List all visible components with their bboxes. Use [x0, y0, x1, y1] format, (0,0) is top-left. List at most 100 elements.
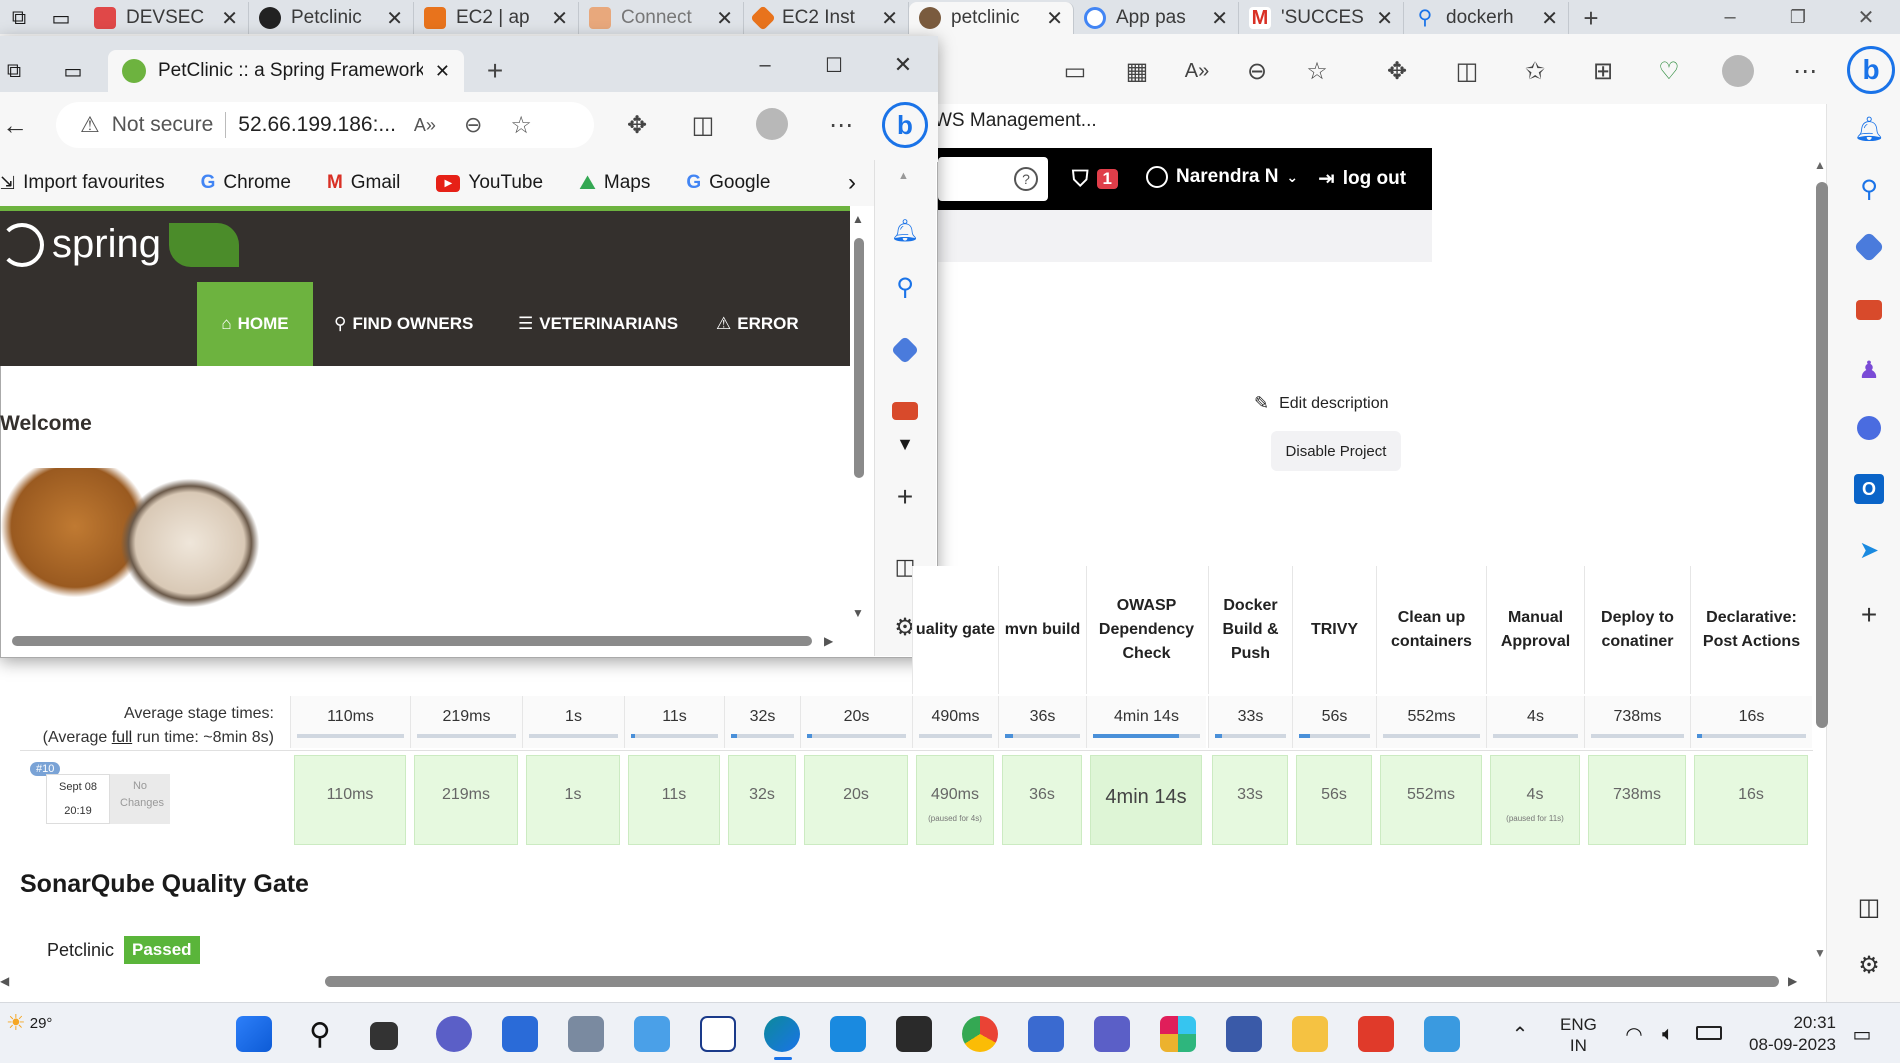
profile-icon[interactable] [756, 108, 788, 140]
warning-icon[interactable]: ⚠ [80, 112, 100, 138]
nav-error[interactable]: ⚠ ERROR [716, 282, 799, 366]
popup-sidebar-scroll-up-icon[interactable]: ▲ [898, 170, 909, 182]
stage-result-cell[interactable]: 738ms [1588, 755, 1686, 845]
nav-find-owners[interactable]: ⚲ FIND OWNERS [334, 282, 473, 366]
workspaces-icon[interactable]: ⧉ [0, 56, 28, 86]
file-explorer-icon[interactable] [1292, 1016, 1328, 1052]
user-menu[interactable]: Narendra N ⌄ [1146, 166, 1298, 188]
popup-v-scrollbar[interactable] [854, 238, 864, 478]
restore-icon[interactable]: ❐ [1778, 2, 1818, 32]
h-scroll-right-icon[interactable]: ▶ [1788, 974, 1797, 988]
new-tab-icon[interactable]: + [480, 55, 510, 86]
microsoft365-icon[interactable] [1857, 416, 1881, 440]
notification-icon[interactable]: ▭ [1848, 1020, 1876, 1048]
sonar-project[interactable]: Petclinic [47, 940, 114, 961]
workspaces-icon[interactable]: ⧉ [0, 2, 38, 34]
tab-dockerhub[interactable]: ⚲ dockerh ✕ [1404, 2, 1569, 34]
battery-icon[interactable] [1696, 1026, 1722, 1040]
help-icon[interactable]: ? [1014, 167, 1038, 191]
tab-devsec[interactable]: DEVSEC ✕ [84, 2, 249, 34]
disable-project-button[interactable]: Disable Project [1271, 431, 1401, 471]
tab-actions-icon[interactable]: ▭ [58, 56, 88, 86]
chrome-icon[interactable] [962, 1016, 998, 1052]
network-app-icon[interactable] [1226, 1016, 1262, 1052]
app-icon[interactable]: ▭ [1060, 56, 1090, 86]
new-tab-icon[interactable]: + [1569, 2, 1613, 34]
bing-copilot-icon[interactable]: b [882, 102, 928, 148]
minimize-icon[interactable]: – [1710, 2, 1750, 32]
teams-icon[interactable] [1094, 1016, 1130, 1052]
stage-result-cell[interactable]: 4min 14s [1090, 755, 1202, 845]
popup-scroll-down-icon[interactable]: ▼ [852, 606, 864, 620]
tab-petclinic-jenkins[interactable]: petclinic ✕ [909, 2, 1074, 34]
aws-management-tab[interactable]: WS Management... [934, 110, 1097, 132]
close-icon[interactable]: ✕ [386, 6, 403, 31]
search-icon[interactable]: ⚲ [1854, 174, 1884, 204]
snipping-icon[interactable] [896, 1016, 932, 1052]
maximize-icon[interactable]: ☐ [817, 50, 851, 80]
tab-connect[interactable]: Connect ✕ [579, 2, 744, 34]
favorite-icon[interactable]: ☆ [1302, 56, 1332, 86]
chat-icon[interactable] [436, 1016, 472, 1052]
fav-chrome[interactable]: G Chrome [183, 172, 309, 194]
popup-h-scrollbar[interactable] [12, 636, 812, 646]
close-icon[interactable]: ✕ [221, 6, 238, 31]
caret-down-icon[interactable]: ▼ [892, 432, 918, 456]
volume-icon[interactable]: 🔈︎ [1654, 1020, 1682, 1048]
close-window-icon[interactable]: ✕ [1846, 2, 1886, 32]
apps-icon[interactable]: ▦ [1122, 56, 1152, 86]
wifi-icon[interactable]: ◠ [1620, 1020, 1648, 1048]
stage-result-cell[interactable]: 552ms [1380, 755, 1482, 845]
stage-result-cell[interactable]: 490ms (paused for 4s) [916, 755, 994, 845]
language-indicator[interactable]: ENG IN [1560, 1014, 1597, 1056]
minimize-icon[interactable]: – [748, 50, 782, 80]
bell-icon[interactable]: 🔔︎ [1854, 114, 1884, 144]
popup-tab-petclinic[interactable]: PetClinic :: a Spring Framework d ✕ [108, 50, 464, 92]
read-aloud-icon[interactable]: A» [414, 115, 436, 136]
fav-google[interactable]: G Google [668, 172, 788, 194]
settings-icon[interactable]: ⚙ [1854, 950, 1884, 980]
stage-result-cell[interactable]: 36s [1002, 755, 1082, 845]
store-icon[interactable] [502, 1016, 538, 1052]
wps-office-icon[interactable] [1358, 1016, 1394, 1052]
h-scroll-left-icon[interactable]: ◀ [0, 974, 9, 988]
edit-description-link[interactable]: ✎ Edit description [1254, 393, 1388, 414]
stage-result-cell[interactable]: 56s [1296, 755, 1372, 845]
close-icon[interactable]: ✕ [1541, 6, 1558, 31]
close-icon[interactable]: ✕ [1376, 6, 1393, 31]
sidebar-toggle-icon[interactable]: ◫ [1854, 892, 1884, 922]
stage-result-cell[interactable]: 32s [728, 755, 796, 845]
close-icon[interactable]: ✕ [1211, 6, 1228, 31]
tab-app-password[interactable]: App pas ✕ [1074, 2, 1239, 34]
stage-result-cell[interactable]: 110ms [294, 755, 406, 845]
extensions-icon[interactable]: ✥ [1382, 56, 1412, 86]
close-icon[interactable]: ✕ [435, 61, 450, 82]
tab-ec2-ap[interactable]: EC2 | ap ✕ [414, 2, 579, 34]
fav-gmail[interactable]: M Gmail [309, 172, 418, 194]
search-icon[interactable]: ⚲ [890, 272, 920, 302]
close-window-icon[interactable]: ✕ [886, 50, 920, 80]
favorites-icon[interactable]: ✩ [1520, 56, 1550, 86]
chevron-up-icon[interactable]: ⌃ [1508, 1020, 1532, 1048]
jenkins-search-input[interactable]: ? [938, 157, 1048, 201]
bing-copilot-icon[interactable]: b [1847, 46, 1895, 94]
security-alert[interactable]: ⛉ 1 [1072, 166, 1118, 192]
photos-icon[interactable] [634, 1016, 670, 1052]
bell-icon[interactable]: 🔔︎ [890, 216, 920, 246]
profile-icon[interactable] [1722, 55, 1754, 87]
stage-result-cell[interactable]: 1s [526, 755, 620, 845]
zoom-out-icon[interactable]: ⊖ [464, 112, 482, 138]
close-icon[interactable]: ✕ [881, 6, 898, 31]
nav-home[interactable]: ⌂ HOME [197, 282, 313, 366]
logout-link[interactable]: ⇥ log out [1318, 166, 1406, 191]
stage-result-cell[interactable]: 11s [628, 755, 720, 845]
full-run-link[interactable]: full [112, 729, 132, 746]
close-icon[interactable]: ✕ [1046, 6, 1063, 31]
page-scroll-up-icon[interactable]: ▲ [1814, 158, 1826, 172]
fav-maps[interactable]: ⛰ Maps [561, 172, 668, 195]
vscode-icon[interactable] [830, 1016, 866, 1052]
back-icon[interactable]: ← [0, 110, 30, 140]
tab-ec2-instances[interactable]: EC2 Inst ✕ [744, 2, 909, 34]
close-icon[interactable]: ✕ [716, 6, 733, 31]
start-icon[interactable] [236, 1016, 272, 1052]
